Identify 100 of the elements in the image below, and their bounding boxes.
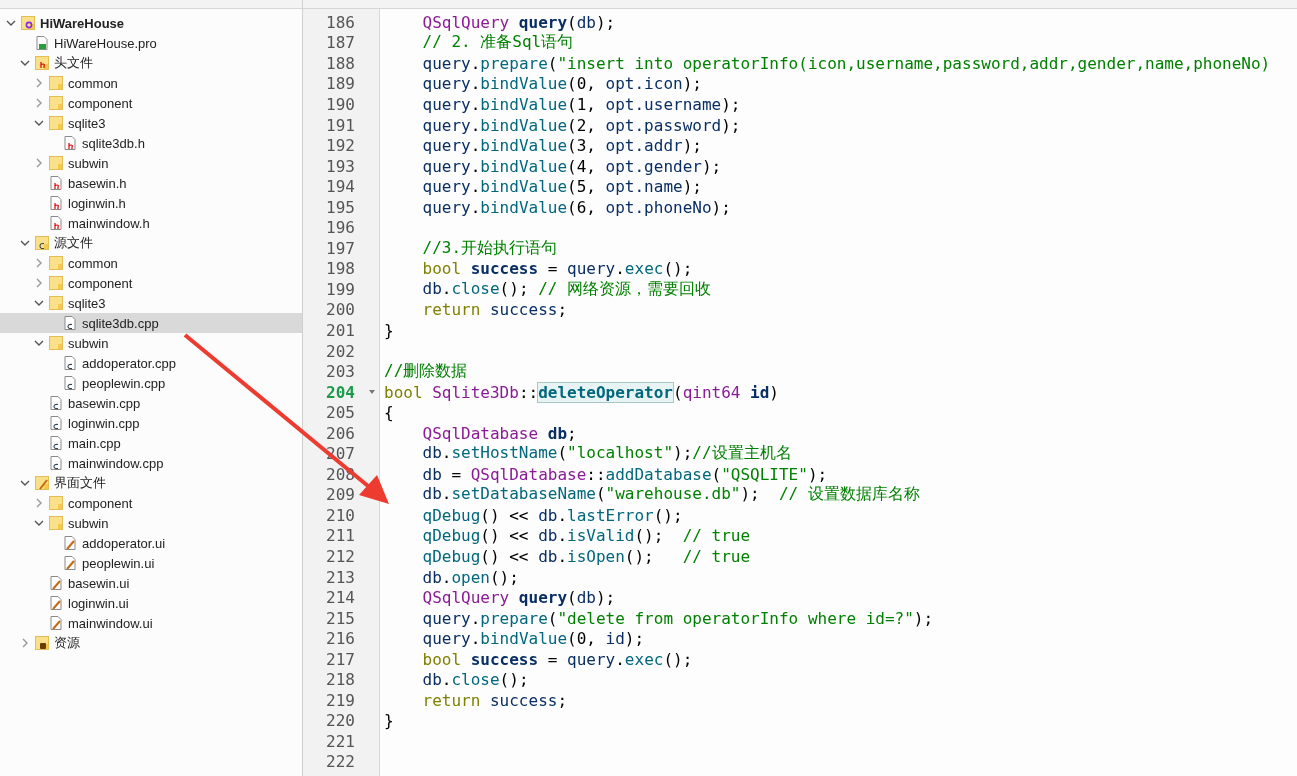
tree-item[interactable]: basewin.h — [68, 175, 127, 191]
chevron-icon[interactable] — [34, 518, 44, 528]
tree-item[interactable]: mainwindow.cpp — [68, 455, 164, 471]
line-number: 209 — [325, 485, 356, 505]
chevron-icon[interactable] — [20, 478, 30, 488]
line-number: 215 — [325, 608, 356, 628]
folder-icon — [48, 255, 64, 271]
code-line: bool success = query.exec(); — [421, 649, 693, 669]
line-number: 210 — [325, 505, 356, 525]
tree-item[interactable]: 源文件 — [54, 234, 93, 252]
code-line: db.setDatabaseName("warehouse.db"); // 设置数据库名称 — [421, 484, 920, 506]
folder-icon — [34, 635, 50, 651]
line-number: 204 — [325, 382, 356, 402]
tree-item[interactable]: subwin — [68, 335, 109, 351]
code-line: query.bindValue(5, opt.name); — [421, 177, 702, 197]
file-icon — [48, 415, 64, 431]
line-number: 216 — [325, 629, 356, 649]
code-line: query.bindValue(0, id); — [421, 629, 645, 649]
code-line: query.prepare("delete from operatorInfo where id=?"); — [421, 608, 934, 628]
tree-item[interactable]: component — [68, 495, 133, 511]
file-icon — [48, 175, 64, 191]
folder-icon — [34, 235, 50, 251]
line-number: 205 — [325, 403, 356, 423]
line-number: 202 — [325, 341, 356, 361]
tree-item[interactable]: common — [68, 255, 118, 271]
folder-icon — [48, 155, 64, 171]
tree-item[interactable]: 资源 — [54, 634, 80, 652]
tree-item[interactable]: sqlite3db.h — [82, 135, 145, 151]
folder-icon — [48, 115, 64, 131]
tree-item[interactable]: sqlite3 — [68, 115, 106, 131]
line-number: 220 — [325, 711, 356, 731]
file-icon — [48, 215, 64, 231]
chevron-icon[interactable] — [20, 238, 30, 248]
line-number: 188 — [325, 53, 356, 73]
code-line: qDebug() << db.lastError(); — [421, 505, 683, 525]
line-number: 193 — [325, 156, 356, 176]
chevron-icon[interactable] — [20, 58, 30, 68]
tree-item[interactable]: sqlite3 — [68, 295, 106, 311]
tree-item[interactable]: HiWareHouse.pro — [54, 35, 157, 51]
tree-item[interactable]: peoplewin.cpp — [82, 375, 166, 391]
code-line: db.open(); — [421, 567, 519, 587]
code-line: query.bindValue(2, opt.password); — [421, 115, 741, 135]
code-line: bool success = query.exec(); — [421, 259, 693, 279]
code-line: db.close(); // 网络资源，需要回收 — [421, 278, 712, 300]
code-line: QSqlQuery query(db); — [421, 12, 616, 32]
tree-item[interactable]: loginwin.cpp — [68, 415, 140, 431]
file-icon — [62, 375, 78, 391]
line-number: 218 — [325, 670, 356, 690]
line-number: 196 — [325, 218, 356, 238]
code-line: return success; — [421, 690, 568, 710]
chevron-icon[interactable] — [6, 18, 16, 28]
line-number: 221 — [325, 731, 356, 751]
tree-item[interactable]: subwin — [68, 155, 109, 171]
chevron-icon[interactable] — [34, 298, 44, 308]
line-number: 187 — [325, 33, 356, 53]
folder-icon — [48, 495, 64, 511]
code-line: } — [384, 711, 394, 731]
line-number: 194 — [325, 177, 356, 197]
tree-item[interactable]: loginwin.h — [68, 195, 126, 211]
file-icon — [34, 35, 50, 51]
tree-item[interactable]: peoplewin.ui — [82, 555, 155, 571]
tree-item[interactable]: mainwindow.ui — [68, 615, 153, 631]
code-line: db.setHostName("localhost");//设置主机名 — [421, 443, 792, 465]
file-icon — [48, 575, 64, 591]
tree-item[interactable]: subwin — [68, 515, 109, 531]
chevron-icon[interactable] — [34, 338, 44, 348]
line-number: 186 — [325, 12, 356, 32]
tree-item[interactable]: main.cpp — [68, 435, 121, 451]
line-number: 211 — [325, 526, 356, 546]
code-line: { — [384, 403, 394, 423]
code-line: QSqlDatabase db; — [421, 423, 577, 443]
code-line: query.bindValue(3, opt.addr); — [421, 136, 702, 156]
tree-item[interactable]: 界面文件 — [54, 474, 106, 492]
chevron-icon[interactable] — [34, 118, 44, 128]
tree-item[interactable]: mainwindow.h — [68, 215, 150, 231]
code-line: query.bindValue(0, opt.icon); — [421, 74, 702, 94]
tree-item[interactable]: HiWareHouse — [40, 15, 125, 31]
code-line: query.bindValue(1, opt.username); — [421, 94, 741, 114]
folder-icon — [48, 95, 64, 111]
tree-item[interactable]: loginwin.ui — [68, 595, 129, 611]
code-line: db.close(); — [421, 670, 529, 690]
code-line: QSqlQuery query(db); — [421, 588, 616, 608]
tree-item[interactable]: component — [68, 95, 133, 111]
file-icon — [48, 395, 64, 411]
tree-item[interactable]: basewin.ui — [68, 575, 130, 591]
line-number: 213 — [325, 567, 356, 587]
file-icon — [48, 195, 64, 211]
file-icon — [62, 555, 78, 571]
tree-item[interactable]: addoperator.ui — [82, 535, 166, 551]
tree-item[interactable]: basewin.cpp — [68, 395, 141, 411]
line-number: 197 — [325, 238, 356, 258]
line-number: 198 — [325, 259, 356, 279]
folder-icon — [34, 55, 50, 71]
line-number: 195 — [325, 197, 356, 217]
tree-item[interactable]: addoperator.cpp — [82, 355, 176, 371]
tree-item[interactable]: common — [68, 75, 118, 91]
code-line: //删除数据 — [384, 361, 468, 383]
code-line: //3.开始执行语句 — [421, 237, 558, 259]
tree-item[interactable]: component — [68, 275, 133, 291]
tree-item[interactable]: 头文件 — [54, 54, 93, 72]
